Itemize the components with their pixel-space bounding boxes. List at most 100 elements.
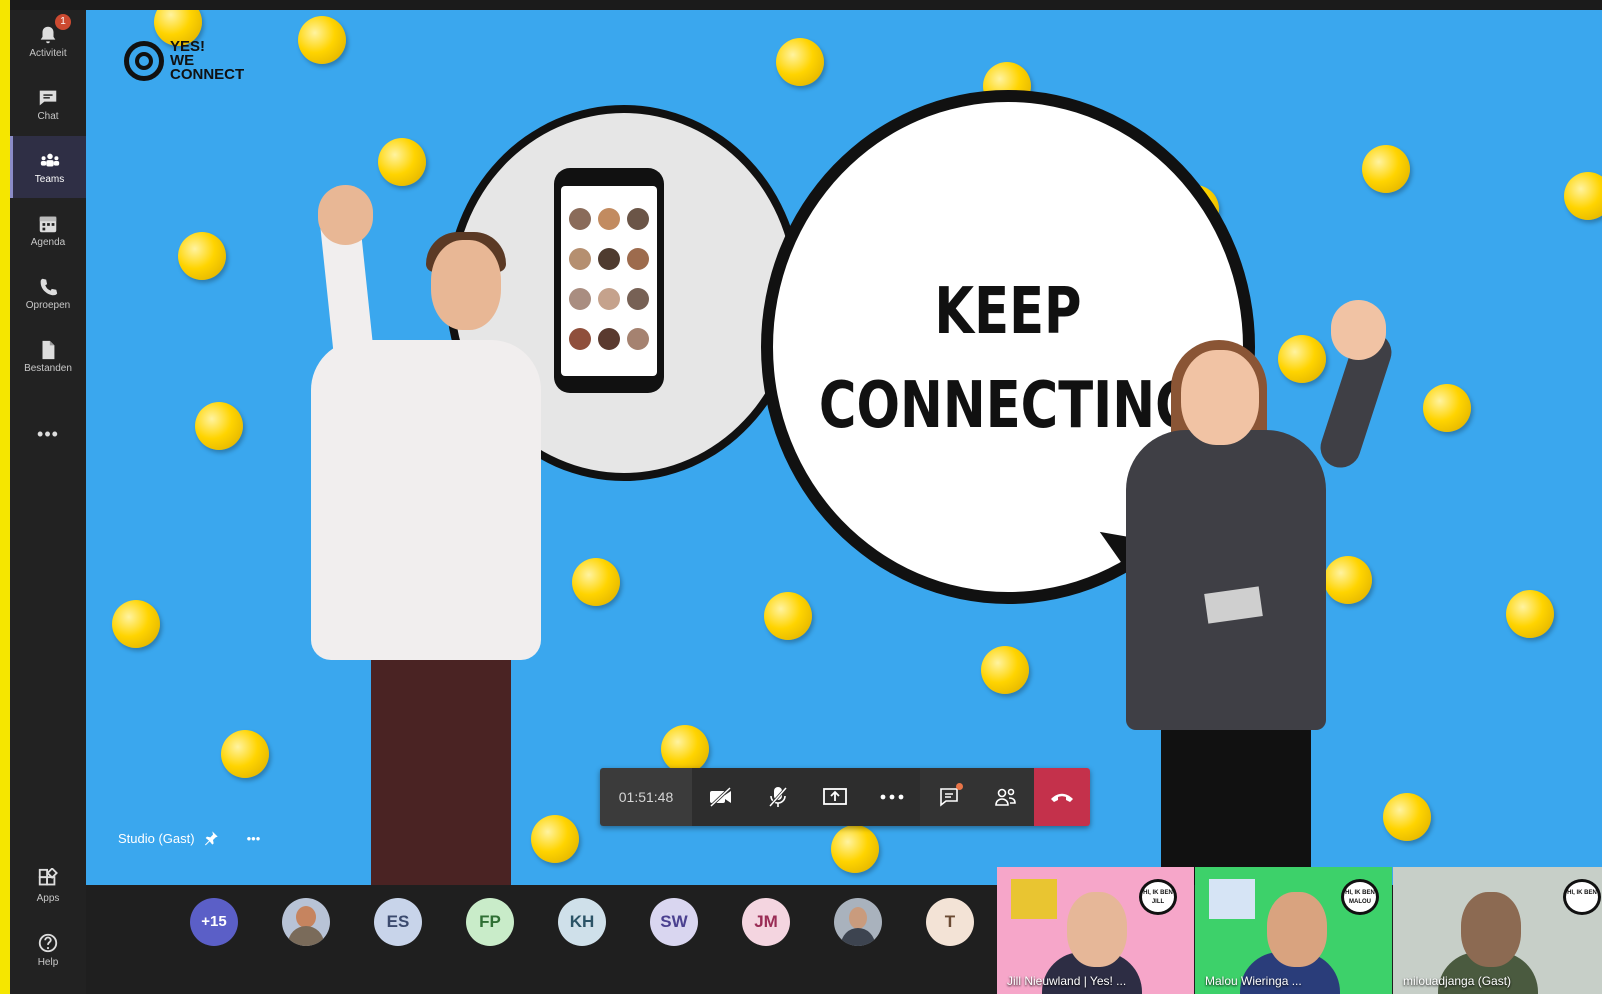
decor-ball [776,38,824,86]
presenter-woman-hand [1331,300,1386,360]
rail-more-button[interactable]: ••• [10,424,86,445]
stage-participant-label: Studio (Gast) ••• [118,830,260,846]
participant-video-tile[interactable]: HI, IK BEN JILL Jill Nieuwland | Yes! ..… [997,867,1194,994]
participant-face [1067,892,1127,967]
presenter-woman-torso [1126,430,1326,730]
main-video-stage[interactable]: YES! WE CONNECT KEEP CONNECTING Studio (… [86,10,1602,885]
headline-text: KEEP CONNECTING [810,265,1205,453]
participant-name: Studio (Gast) [118,830,195,846]
pin-icon[interactable] [203,830,219,846]
decor-ball [195,402,243,450]
decor-ball [1564,172,1602,220]
decor-ball [572,558,620,606]
more-actions-button[interactable] [863,768,920,826]
headline-line: KEEP [934,275,1082,349]
rail-label: Chat [37,111,59,122]
headline-line: CONNECTING [818,369,1198,443]
rail-apps[interactable]: Apps [10,867,86,904]
hang-up-button[interactable] [1034,768,1090,826]
share-screen-icon [822,788,847,805]
chat-icon [939,788,958,807]
call-control-bar: 01:51:48 [600,768,1090,826]
title-strip [10,0,1602,10]
decor-ball [981,646,1029,694]
rail-agenda[interactable]: Agenda [10,199,86,261]
participant-avatar[interactable] [834,898,882,946]
decor-ball [378,138,426,186]
decor-ball [531,815,579,863]
more-icon [880,794,903,800]
mic-toggle-button[interactable] [749,768,806,826]
help-icon [38,933,58,953]
logo-line: CONNECT [170,66,245,83]
decor-ball [764,592,812,640]
participant-avatar[interactable]: JM [742,898,790,946]
show-chat-button[interactable] [920,768,977,826]
decor-ball [1324,556,1372,604]
decor-ball [1278,335,1326,383]
poster-graphic [1011,879,1057,919]
participant-video-caption: milouadjanga (Gast) [1403,974,1512,988]
decor-ball [1383,793,1431,841]
rail-label: Apps [36,893,60,904]
rail-help[interactable]: Help [10,932,86,968]
phone-illustration [554,168,664,393]
hang-up-icon [1051,793,1073,802]
participant-face [1461,892,1521,967]
overflow-participants-button[interactable]: +15 [190,898,238,946]
call-timer: 01:51:48 [600,768,692,826]
phone-screen [561,186,657,376]
participant-avatar[interactable]: SW [650,898,698,946]
logo-mark [124,41,164,81]
mic-off-icon [768,787,787,807]
participant-more-button[interactable]: ••• [247,831,261,846]
rail-chat[interactable]: Chat [10,73,86,135]
rail-label: Agenda [30,237,66,248]
name-speech-bubble: HI, IK BEN [1563,879,1601,915]
participant-avatar[interactable]: FP [466,898,514,946]
show-participants-button[interactable] [977,768,1034,826]
teams-icon [40,153,59,167]
logo-text: YES! WE CONNECT [170,39,245,83]
participant-video-tile[interactable]: HI, IK BEN MALOU Malou Wieringa ... [1195,867,1392,994]
decor-ball [1423,384,1471,432]
participant-video-caption: Jill Nieuwland | Yes! ... [1007,974,1127,988]
presenter-woman-head [1181,350,1259,445]
decor-ball [831,825,879,873]
participant-video-tile[interactable]: HI, IK BEN milouadjanga (Gast) [1393,867,1602,994]
presenter-man-torso [311,340,541,660]
participant-face [1267,892,1327,967]
decor-ball [178,232,226,280]
presenter-man-head [431,240,501,330]
chat-notification-dot [956,783,963,790]
decor-ball [1362,145,1410,193]
bell-icon [40,26,56,44]
decor-ball [298,16,346,64]
rail-label: Teams [34,174,65,185]
teams-window: 1 Activiteit Chat Teams Agenda Oproepen … [10,0,1602,994]
participant-avatar[interactable]: T [926,898,974,946]
name-speech-bubble: HI, IK BEN MALOU [1341,879,1379,915]
rail-activity[interactable]: 1 Activiteit [10,10,86,72]
presenter-man-hand [318,185,373,245]
rail-label: Activiteit [29,48,67,59]
decor-ball [112,600,160,648]
calendar-icon [39,216,57,233]
participant-avatar[interactable]: KH [558,898,606,946]
camera-toggle-button[interactable] [692,768,749,826]
app-rail: 1 Activiteit Chat Teams Agenda Oproepen … [10,10,86,994]
participants-icon [994,788,1016,806]
rail-files[interactable]: Bestanden [10,325,86,387]
yes-we-connect-logo: YES! WE CONNECT [124,39,245,83]
rail-teams[interactable]: Teams [10,136,86,198]
rail-label: Help [37,957,59,968]
camera-off-icon [709,786,731,808]
decor-ball [221,730,269,778]
rail-calls[interactable]: Oproepen [10,262,86,324]
participant-avatar[interactable] [282,898,330,946]
share-screen-button[interactable] [806,768,863,826]
participant-avatar[interactable]: ES [374,898,422,946]
poster-graphic [1209,879,1255,919]
decor-ball [1506,590,1554,638]
rail-label: Oproepen [25,300,71,311]
